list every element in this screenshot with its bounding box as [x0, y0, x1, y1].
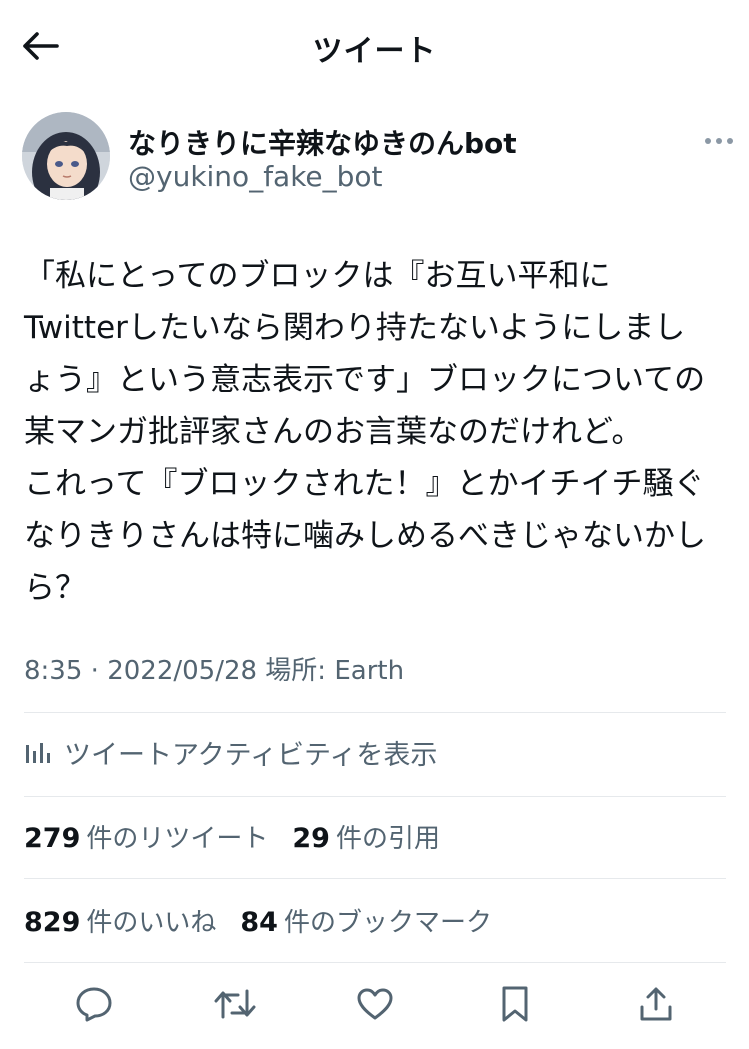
reply-icon [76, 987, 112, 1022]
tweet-date[interactable]: 2022/05/28 [107, 656, 257, 686]
bookmarks-label: 件のブックマーク [283, 907, 492, 938]
tweet-meta: 8:35 · 2022/05/28 場所: Earth [24, 650, 404, 687]
tweet-text-line: Twitterしたいなら関わり持たないようにしまし [24, 310, 686, 346]
tweet-text-line: ら？ [24, 570, 86, 606]
engagement-stats: 829 件のいいね 84 件のブックマーク [24, 886, 726, 954]
page-title: ツイート [312, 34, 437, 69]
tweet-text-line: なりきりさんは特に噛みしめるべきじゃないかし [24, 518, 706, 554]
bookmarks-stat[interactable]: 84 件のブックマーク [240, 902, 492, 939]
tweet-location[interactable]: 場所: Earth [257, 656, 404, 686]
author-handle[interactable]: @yukino_fake_bot [128, 160, 383, 193]
share-button[interactable] [628, 976, 684, 1032]
retweets-count: 279 [24, 822, 81, 854]
quotes-label: 件の引用 [335, 823, 440, 854]
retweets-stat[interactable]: 279 件のリツイート [24, 818, 268, 855]
bookmarks-count: 84 [240, 906, 278, 938]
tweet-time[interactable]: 8:35 [24, 656, 82, 686]
meta-separator: · [82, 656, 108, 686]
activity-label: ツイートアクティビティを表示 [64, 739, 438, 771]
avatar[interactable] [22, 112, 110, 200]
tweet-text-line: ょう』という意志表示です」ブロックについての [24, 362, 706, 398]
likes-label: 件のいいね [86, 907, 217, 938]
retweet-button[interactable] [207, 976, 263, 1032]
tweet-text-line: 某マンガ批評家さんのお言葉なのだけれど。 [24, 414, 643, 450]
bookmark-icon [502, 986, 528, 1022]
divider [24, 796, 726, 797]
bookmark-button[interactable] [487, 976, 543, 1032]
engagement-stats: 279 件のリツイート 29 件の引用 [24, 802, 726, 870]
tweet-detail-page: ツイート なりきりに辛辣なゆきのんbot @yukino_fake_bot 「私… [0, 0, 749, 1049]
share-icon [640, 987, 672, 1021]
likes-stat[interactable]: 829 件のいいね [24, 902, 216, 939]
like-icon [357, 988, 393, 1020]
retweets-label: 件のリツイート [86, 823, 269, 854]
author-name[interactable]: なりきりに辛辣なゆきのんbot [128, 122, 517, 162]
retweet-icon [214, 989, 256, 1019]
avatar-image [22, 112, 110, 200]
more-horizontal-icon [705, 138, 733, 144]
divider [24, 878, 726, 879]
tweet-author: なりきりに辛辣なゆきのんbot @yukino_fake_bot [22, 112, 733, 204]
tweet-text-line: 「私にとってのブロックは『お互い平和に [24, 258, 611, 294]
analytics-icon [26, 743, 50, 763]
quotes-count: 29 [292, 822, 330, 854]
header: ツイート [0, 0, 749, 92]
likes-count: 829 [24, 906, 81, 938]
divider [24, 962, 726, 963]
view-activity-button[interactable]: ツイートアクティビティを表示 [24, 718, 726, 786]
reply-button[interactable] [66, 976, 122, 1032]
divider [24, 712, 726, 713]
tweet-text: 「私にとってのブロックは『お互い平和に Twitterしたいなら関わり持たないよ… [24, 250, 730, 614]
more-button[interactable] [696, 126, 742, 156]
tweet-actions [24, 972, 726, 1036]
like-button[interactable] [347, 976, 403, 1032]
tweet-text-line: これって『ブロックされた！』とかイチイチ騒ぐ [24, 466, 705, 502]
quotes-stat[interactable]: 29 件の引用 [292, 818, 440, 855]
